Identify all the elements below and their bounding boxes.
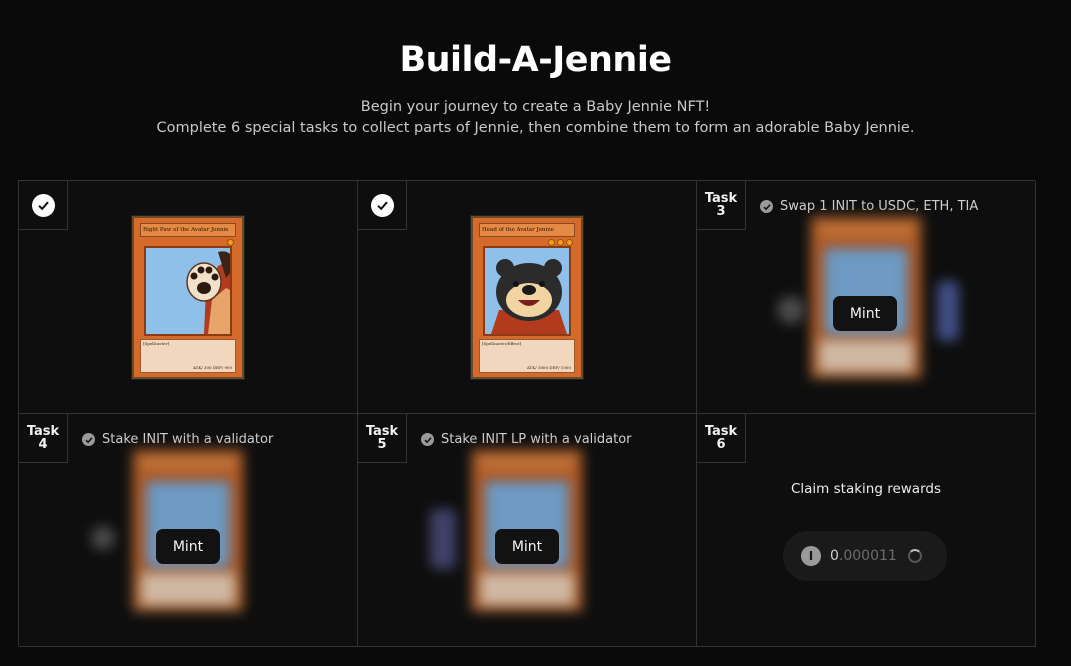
- task-3-badge: Task 3: [697, 181, 746, 230]
- check-icon: [421, 433, 434, 446]
- reward-amount: 0.000011: [830, 548, 897, 564]
- page-title: Build-A-Jennie: [399, 40, 672, 80]
- check-icon: [82, 433, 95, 446]
- card-type: [Spellcaster]: [143, 341, 169, 346]
- loading-spinner-icon: [907, 549, 922, 563]
- task-3-title: Swap 1 INIT to USDC, ETH, TIA: [760, 199, 978, 214]
- card-stats: ATK/ 300 DEF/ 900: [192, 365, 232, 370]
- reward-amount-int: 0: [830, 548, 839, 564]
- task-cell-6: Task 6 Claim staking rewards I 0.000011: [697, 414, 1036, 647]
- card-name: Head of the Avatar Jennie: [479, 223, 575, 237]
- card-stats: ATK/ 1800 DEF/ 1000: [526, 365, 571, 370]
- nft-card-right-paw: Right Paw of the Avatar Jennie [Spellcas…: [132, 216, 244, 379]
- mint-button-task-5[interactable]: Mint: [495, 529, 559, 564]
- check-icon: [31, 193, 55, 217]
- task-cell-1: Right Paw of the Avatar Jennie [Spellcas…: [19, 181, 358, 414]
- card-stars: [548, 239, 573, 246]
- mint-button-task-3[interactable]: Mint: [833, 296, 897, 331]
- task-title-text: Swap 1 INIT to USDC, ETH, TIA: [780, 199, 979, 214]
- task-5-badge: Task 5: [358, 414, 407, 463]
- reward-amount-dec: .000011: [838, 548, 897, 564]
- task-cell-4: Task 4 Stake INIT with a validator Mint: [19, 414, 358, 647]
- task-6-badge: Task 6: [697, 414, 746, 463]
- mint-button-task-4[interactable]: Mint: [156, 529, 220, 564]
- task-number: 5: [377, 437, 387, 452]
- blurred-decoration: [777, 296, 805, 324]
- card-art-head: [483, 246, 571, 336]
- task-cell-3: Task 3 Swap 1 INIT to USDC, ETH, TIA Min…: [697, 181, 1036, 414]
- claim-rewards-pill[interactable]: I 0.000011: [783, 531, 947, 581]
- card-description: [Spellcaster] ATK/ 300 DEF/ 900: [140, 339, 236, 373]
- task-grid: Right Paw of the Avatar Jennie [Spellcas…: [18, 180, 1036, 647]
- blurred-decoration: [937, 281, 959, 341]
- blurred-decoration: [430, 509, 456, 569]
- page-subtitle-line-1: Begin your journey to create a Baby Jenn…: [360, 99, 711, 115]
- task-number: 3: [716, 204, 726, 219]
- check-icon: [760, 200, 773, 213]
- blurred-decoration: [91, 526, 115, 550]
- card-description: [Spellcaster/Effect] ATK/ 1800 DEF/ 1000: [479, 339, 575, 373]
- task-number: 6: [716, 437, 726, 452]
- card-name: Right Paw of the Avatar Jennie: [140, 223, 236, 237]
- task-5-title: Stake INIT LP with a validator: [421, 432, 632, 447]
- task-2-badge: [358, 181, 407, 230]
- task-title-text: Stake INIT with a validator: [102, 432, 274, 447]
- card-art-paw: [144, 246, 232, 336]
- task-title-text: Stake INIT LP with a validator: [441, 432, 632, 447]
- task-cell-2: Head of the Avatar Jennie [Spellcaster/E…: [358, 181, 697, 414]
- claim-staking-rewards-title: Claim staking rewards: [790, 481, 942, 497]
- init-logo-icon: I: [801, 546, 821, 566]
- card-stars: [227, 239, 234, 246]
- task-4-badge: Task 4: [19, 414, 68, 463]
- card-type: [Spellcaster/Effect]: [482, 341, 522, 346]
- task-1-badge: [19, 181, 68, 230]
- task-number: 4: [38, 437, 48, 452]
- task-cell-5: Task 5 Stake INIT LP with a validator Mi…: [358, 414, 697, 647]
- nft-card-head: Head of the Avatar Jennie [Spellcaster/E…: [471, 216, 583, 379]
- task-4-title: Stake INIT with a validator: [82, 432, 273, 447]
- page-subtitle-line-2: Complete 6 special tasks to collect part…: [156, 120, 915, 136]
- check-icon: [370, 193, 394, 217]
